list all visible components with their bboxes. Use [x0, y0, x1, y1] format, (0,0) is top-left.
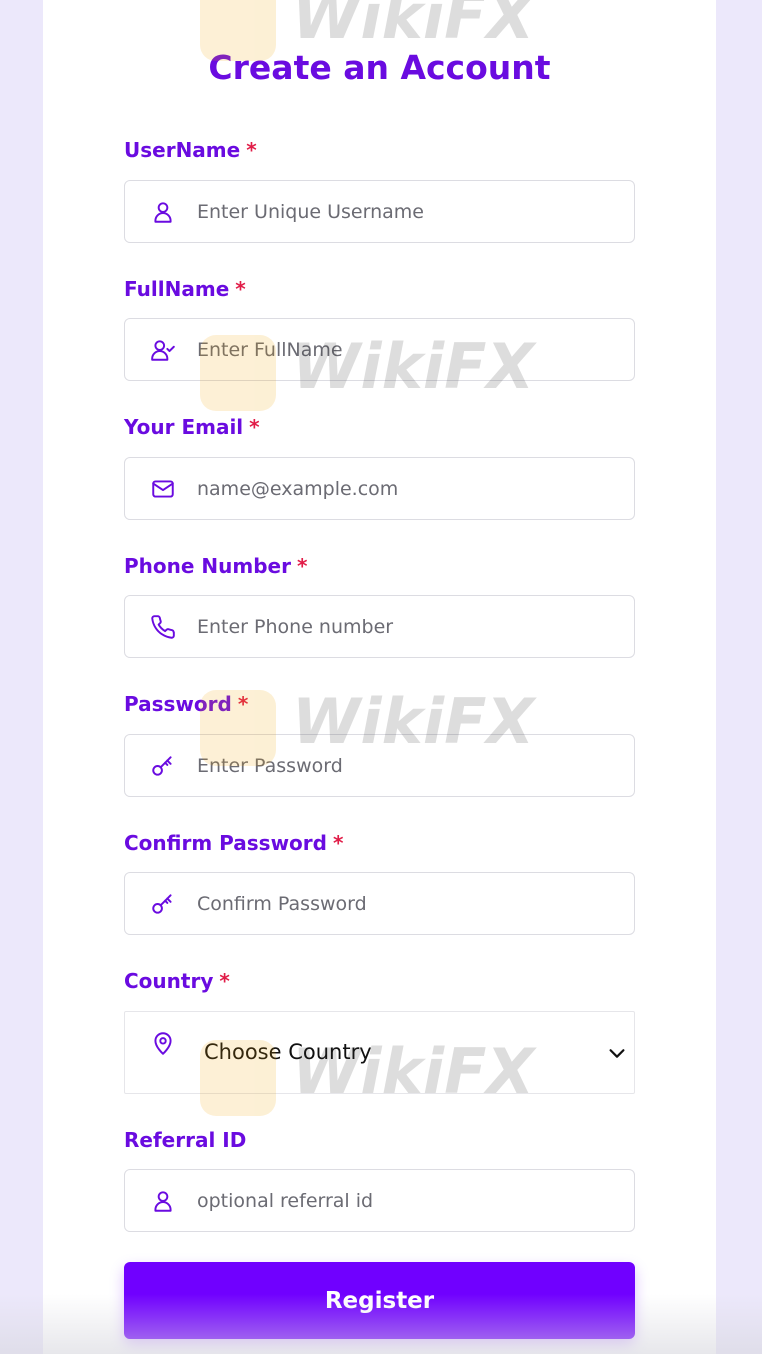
key-icon: [152, 756, 172, 776]
country-label: Country *: [124, 969, 230, 993]
confirm-password-input[interactable]: [197, 873, 617, 934]
required-mark: *: [235, 277, 246, 301]
country-select[interactable]: Choose Country: [124, 1011, 635, 1094]
phone-label: Phone Number *: [124, 554, 308, 578]
confirm-password-field[interactable]: [124, 872, 635, 935]
page-title: Create an Account: [208, 48, 551, 87]
fullname-field[interactable]: [124, 318, 635, 381]
email-field[interactable]: [124, 457, 635, 520]
password-input[interactable]: [197, 735, 617, 796]
key-icon: [152, 894, 172, 914]
username-field[interactable]: [124, 180, 635, 243]
phone-icon: [151, 615, 175, 639]
user-icon: [154, 202, 172, 223]
register-button[interactable]: Register: [124, 1262, 635, 1339]
registration-card: Create an Account UserName* FullName* Yo…: [43, 0, 716, 1354]
user-check-icon: [151, 340, 175, 361]
email-label: Your Email *: [124, 415, 260, 439]
username-input[interactable]: [197, 181, 617, 242]
confirm-password-label: Confirm Password *: [124, 831, 344, 855]
mail-icon: [152, 480, 174, 498]
password-field[interactable]: [124, 734, 635, 797]
user-icon: [154, 1191, 172, 1212]
password-label: Password *: [124, 692, 249, 716]
required-mark: *: [296, 554, 308, 578]
referral-input[interactable]: [197, 1170, 617, 1231]
phone-field[interactable]: [124, 595, 635, 658]
required-mark: *: [249, 415, 260, 439]
phone-input[interactable]: [197, 596, 617, 657]
country-select-value: Choose Country: [204, 1040, 372, 1064]
email-input[interactable]: [197, 458, 617, 519]
username-label: UserName *: [124, 138, 257, 162]
referral-label: Referral ID: [124, 1128, 247, 1152]
required-mark: *: [246, 138, 257, 162]
chevron-down-icon[interactable]: [606, 1042, 628, 1064]
required-mark: *: [219, 969, 230, 993]
fullname-input[interactable]: [197, 319, 617, 380]
referral-field[interactable]: [124, 1169, 635, 1232]
required-mark: *: [237, 692, 249, 716]
required-mark: *: [332, 831, 344, 855]
map-pin-icon: [154, 1032, 172, 1055]
fullname-label: FullName *: [124, 277, 246, 301]
